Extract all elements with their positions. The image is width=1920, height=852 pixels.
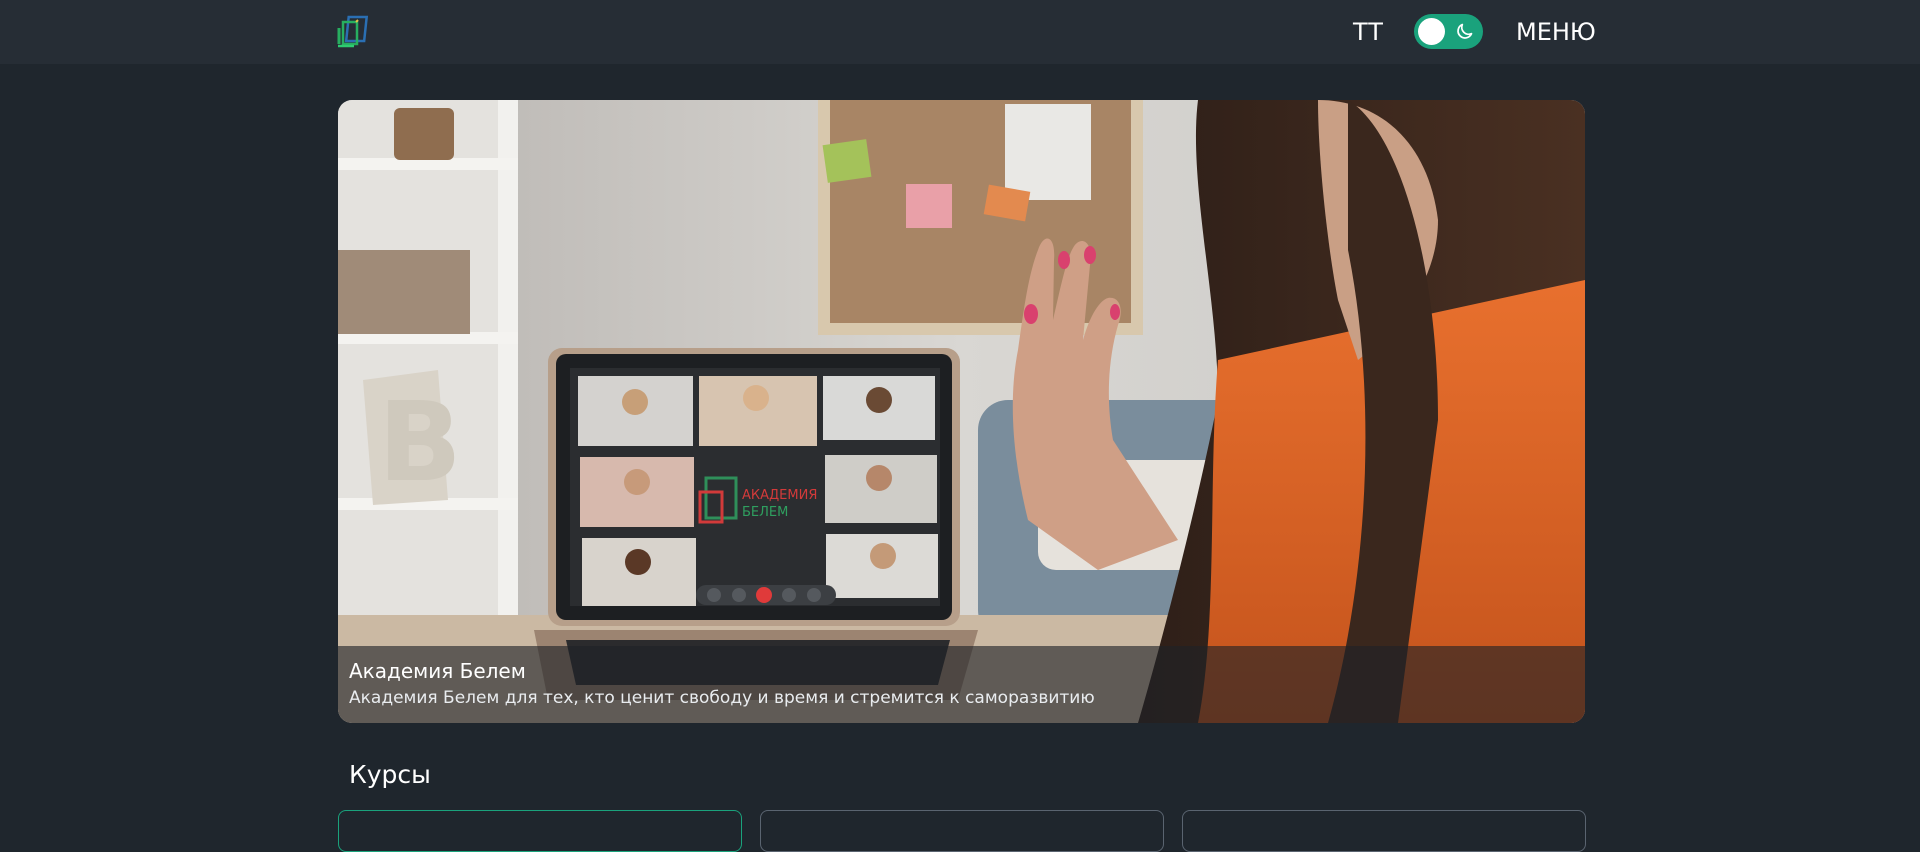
moon-icon — [1457, 23, 1473, 39]
course-card[interactable] — [338, 810, 742, 852]
theme-toggle[interactable] — [1414, 14, 1483, 49]
menu-button[interactable]: МЕНЮ — [1516, 16, 1596, 48]
course-card[interactable] — [760, 810, 1164, 852]
svg-text:B: B — [378, 378, 462, 506]
top-navigation-bar: TT МЕНЮ — [0, 0, 1920, 64]
course-card[interactable] — [1182, 810, 1586, 852]
hero-subtitle: Академия Белем для тех, кто ценит свобод… — [349, 688, 1095, 708]
courses-heading: Курсы — [349, 760, 431, 789]
svg-text:АКАДЕМИЯ: АКАДЕМИЯ — [742, 488, 817, 503]
toggle-knob — [1418, 18, 1445, 45]
font-size-button[interactable]: TT — [1353, 16, 1384, 48]
svg-text:БЕЛЕМ: БЕЛЕМ — [742, 505, 788, 520]
hero-caption: Академия Белем Академия Белем для тех, к… — [338, 646, 1585, 723]
hero-title: Академия Белем — [349, 659, 526, 683]
academy-logo-icon[interactable] — [336, 14, 374, 50]
hero-photo: B АКАДЕМИЯ БЕЛЕМ — [338, 100, 1585, 723]
hero-banner[interactable]: B АКАДЕМИЯ БЕЛЕМ Академия Белем Академия… — [338, 100, 1585, 723]
